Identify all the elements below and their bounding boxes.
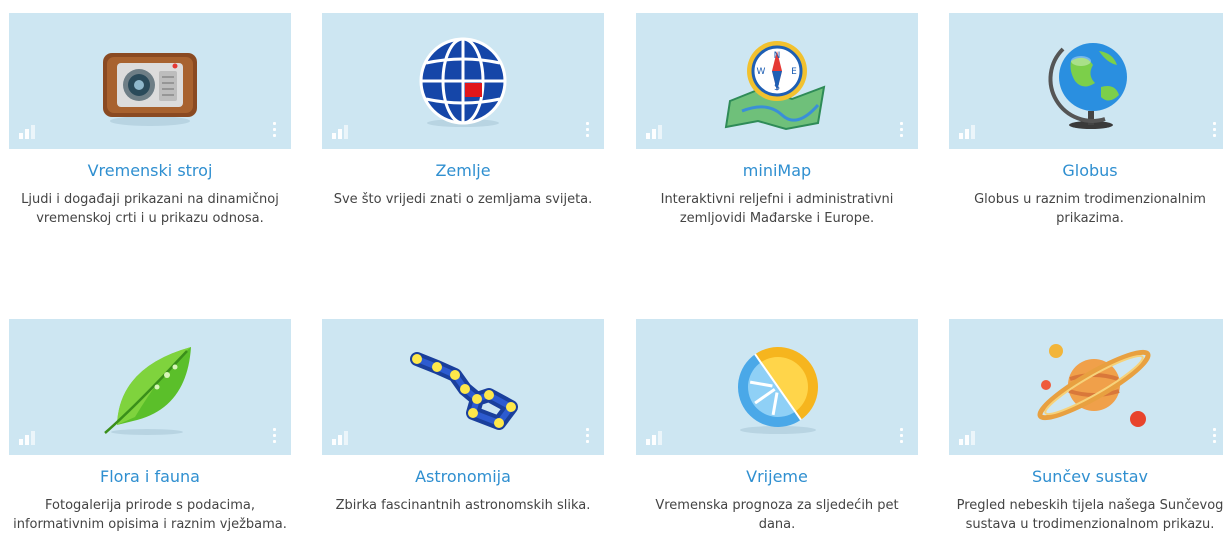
more-options-icon[interactable] <box>1213 428 1217 444</box>
app-tile[interactable] <box>949 319 1223 455</box>
app-card-flora-i-fauna: Flora i fauna Fotogalerija prirode s pod… <box>9 319 291 534</box>
svg-text:N: N <box>774 51 781 61</box>
more-options-icon[interactable] <box>273 122 277 138</box>
app-description: Globus u raznim trodimenzionalnim prikaz… <box>974 192 1206 226</box>
app-tile[interactable]: N S W E <box>636 13 918 149</box>
app-tile[interactable] <box>949 13 1223 149</box>
signal-bars-icon <box>959 431 981 445</box>
signal-bars-icon <box>332 125 354 139</box>
app-title[interactable]: Flora i fauna <box>9 467 291 487</box>
svg-text:S: S <box>774 83 780 93</box>
constellation-icon <box>410 352 518 430</box>
signal-bars-icon <box>332 431 354 445</box>
app-title[interactable]: Zemlje <box>322 161 604 181</box>
saturn-planets-icon <box>1037 344 1151 427</box>
more-options-icon[interactable] <box>273 428 277 444</box>
signal-bars-icon <box>19 125 41 139</box>
app-title[interactable]: Globus <box>949 161 1223 181</box>
signal-bars-icon <box>646 125 668 139</box>
app-title[interactable]: miniMap <box>636 161 918 181</box>
more-options-icon[interactable] <box>900 122 904 138</box>
compass-map-icon: N S W E <box>724 41 826 131</box>
app-tile[interactable] <box>322 13 604 149</box>
globe-grid-icon <box>419 37 507 127</box>
app-tile[interactable] <box>9 13 291 149</box>
app-card-zemlje: Zemlje Sve što vrijedi znati o zemljama … <box>322 13 604 209</box>
more-options-icon[interactable] <box>1213 122 1217 138</box>
app-tile[interactable] <box>9 319 291 455</box>
app-description: Pregled nebeskih tijela našega Sunčevog … <box>956 498 1223 532</box>
app-tile[interactable] <box>636 319 918 455</box>
radio-time-machine-icon <box>103 53 197 126</box>
signal-bars-icon <box>19 431 41 445</box>
app-title[interactable]: Astronomija <box>322 467 604 487</box>
app-card-suncev-sustav: Sunčev sustav Pregled nebeskih tijela na… <box>949 319 1223 534</box>
app-title[interactable]: Sunčev sustav <box>949 467 1223 487</box>
app-description: Vremenska prognoza za sljedećih pet dana… <box>655 498 899 532</box>
app-description: Sve što vrijedi znati o zemljama svijeta… <box>333 192 593 207</box>
app-title[interactable]: Vremenski stroj <box>9 161 291 181</box>
app-description: Zbirka fascinantnih astronomskih slika. <box>335 498 591 513</box>
app-description: Fotogalerija prirode s podacima, informa… <box>13 498 287 532</box>
more-options-icon[interactable] <box>586 428 590 444</box>
svg-text:W: W <box>757 67 766 77</box>
app-tile[interactable] <box>322 319 604 455</box>
more-options-icon[interactable] <box>900 428 904 444</box>
signal-bars-icon <box>646 431 668 445</box>
app-card-vrijeme: Vrijeme Vremenska prognoza za sljedećih … <box>636 319 918 534</box>
svg-text:E: E <box>791 67 797 77</box>
app-card-astronomija: Astronomija Zbirka fascinantnih astronom… <box>322 319 604 515</box>
app-title[interactable]: Vrijeme <box>636 467 918 487</box>
app-card-minimap: N S W E miniMap Interaktivni reljefni i … <box>636 13 918 228</box>
app-card-vremenski-stroj: Vremenski stroj Ljudi i događaji prikaza… <box>9 13 291 228</box>
more-options-icon[interactable] <box>586 122 590 138</box>
sun-snowflake-icon <box>738 347 818 434</box>
leaf-icon <box>104 347 191 435</box>
app-description: Interaktivni reljefni i administrativni … <box>660 192 894 226</box>
app-card-globus: Globus Globus u raznim trodimenzionalnim… <box>949 13 1223 228</box>
desk-globe-icon <box>1048 43 1127 129</box>
app-description: Ljudi i događaji prikazani na dinamičnoj… <box>21 192 279 226</box>
signal-bars-icon <box>959 125 981 139</box>
